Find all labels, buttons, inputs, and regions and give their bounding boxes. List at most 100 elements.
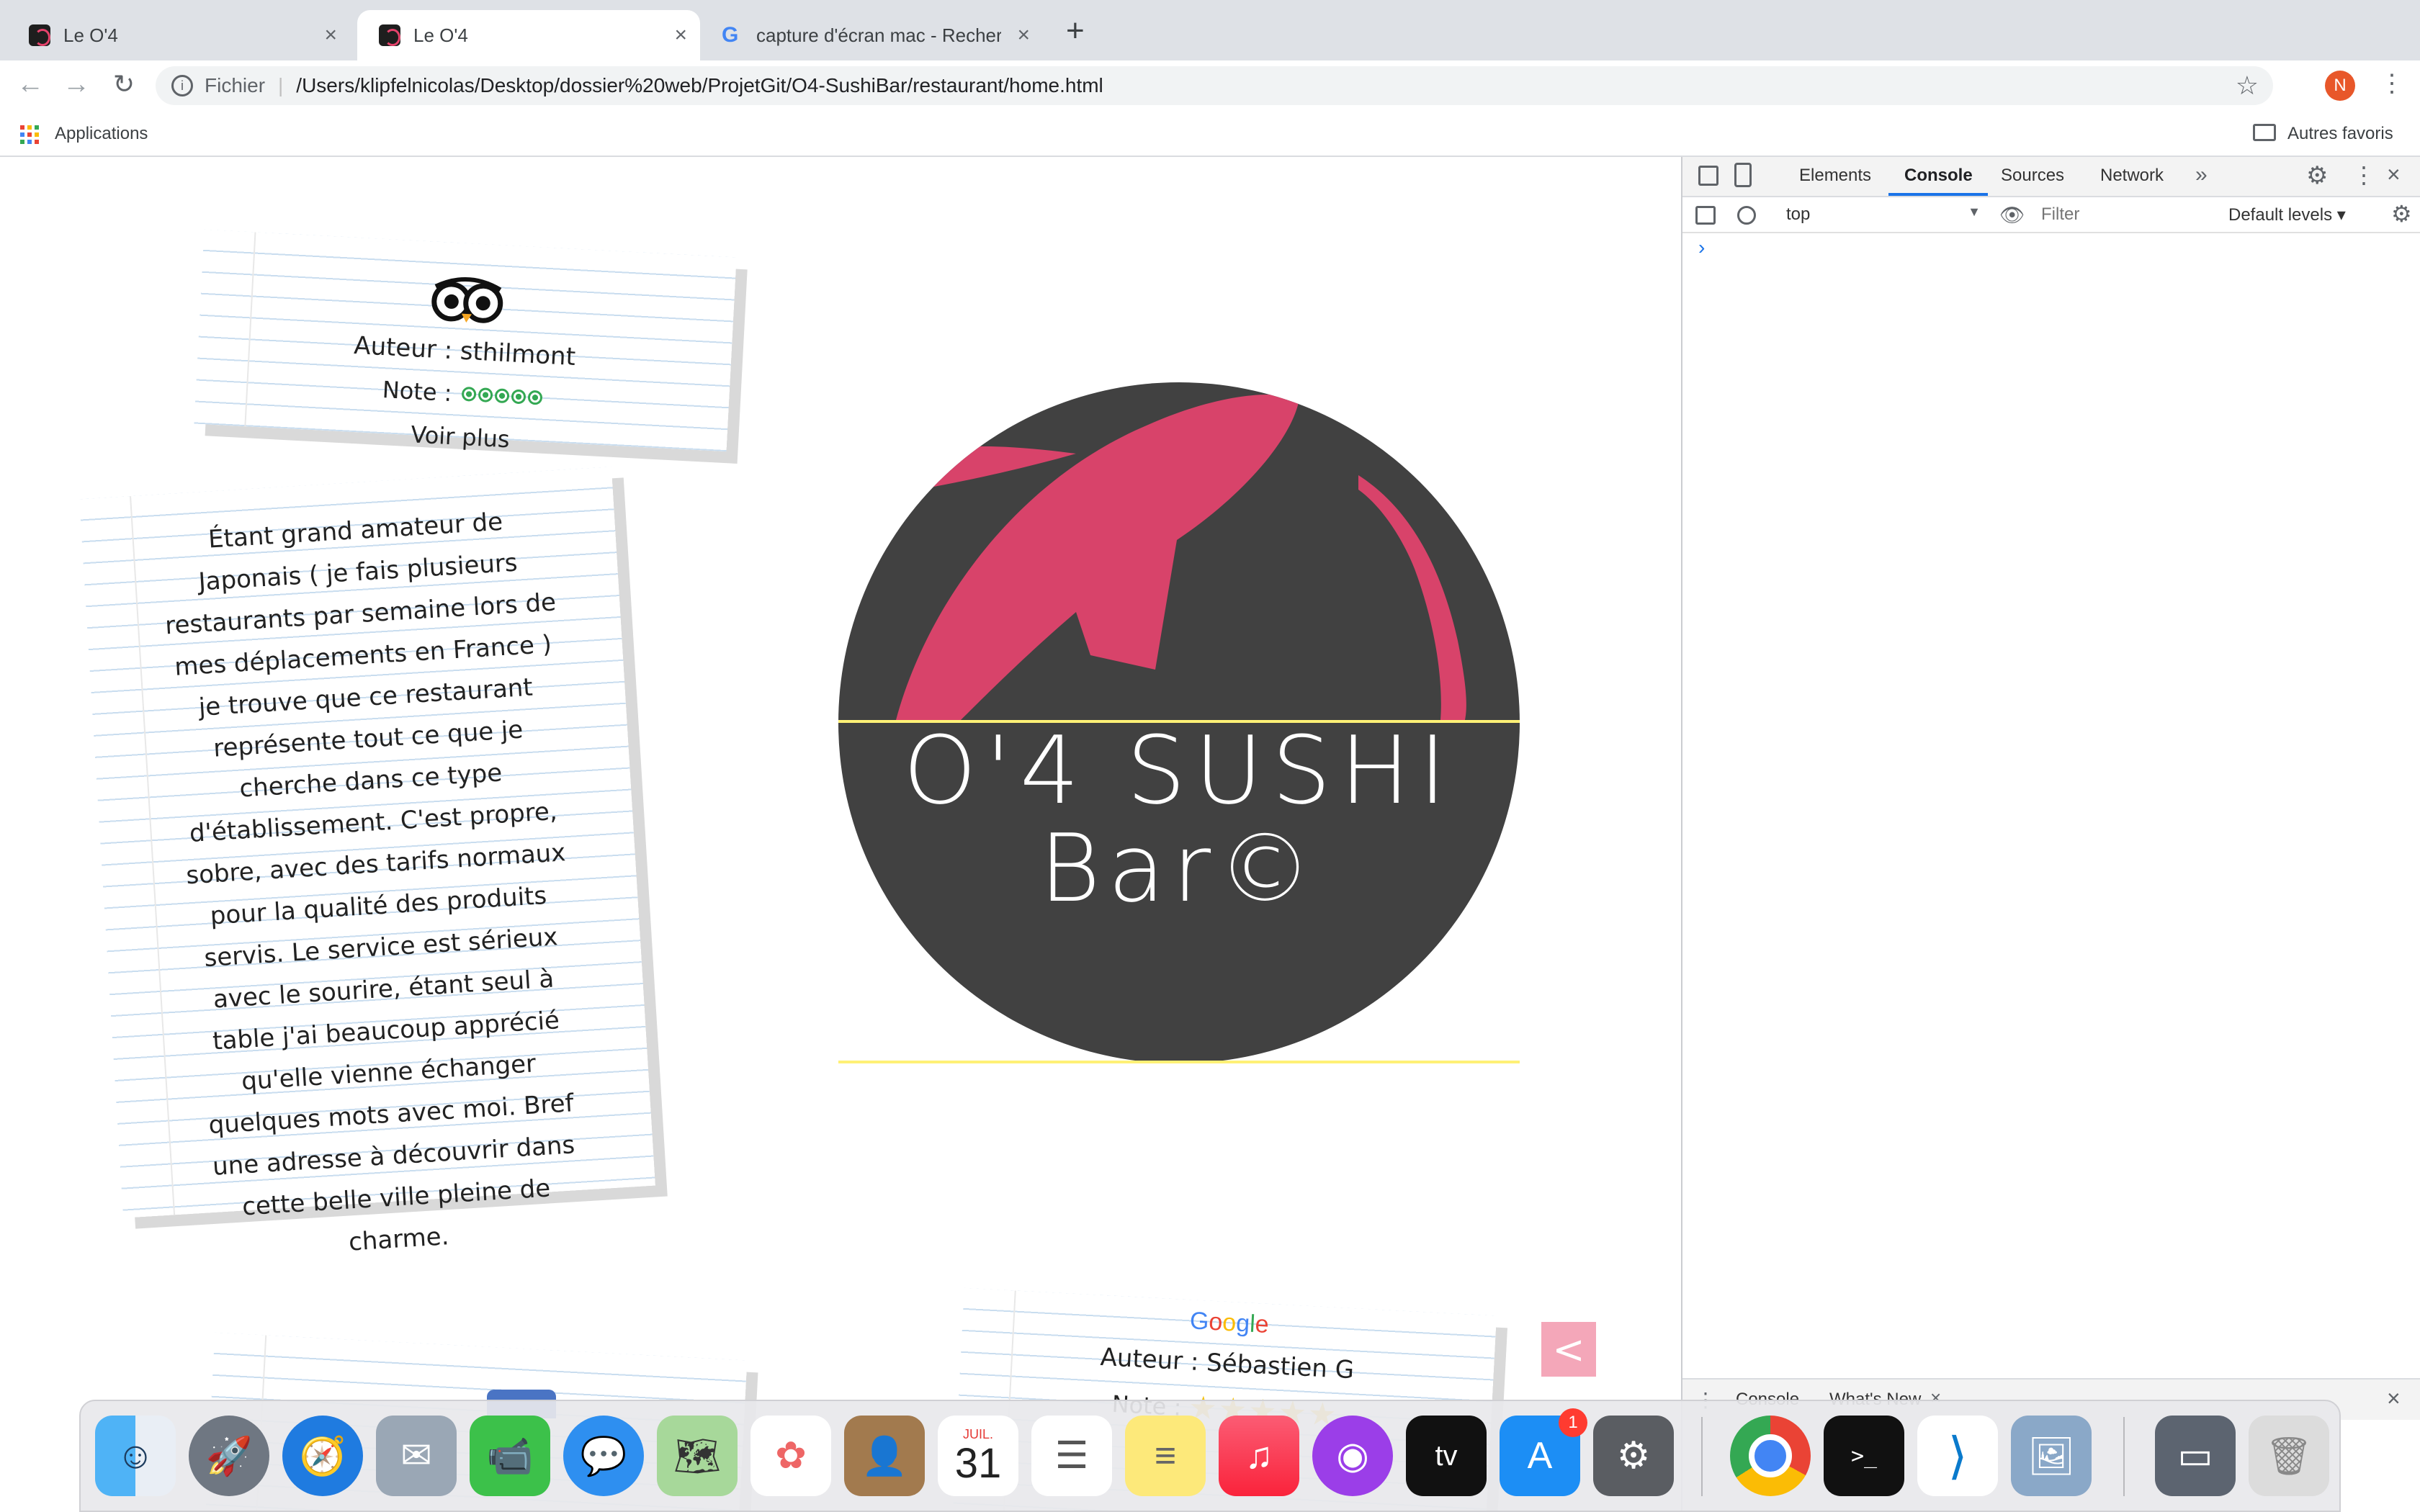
bookmarks-bar: Applications Autres favoris xyxy=(0,109,2420,157)
address-bar[interactable]: i Fichier | /Users/klipfelnicolas/Deskto… xyxy=(156,66,2273,105)
devtools-menu-icon[interactable]: ⋮ xyxy=(2352,161,2375,189)
other-bookmarks[interactable]: Autres favoris xyxy=(2287,124,2393,144)
logo-underline xyxy=(838,1061,1520,1063)
folder-icon xyxy=(2253,124,2276,141)
launchpad-icon[interactable]: 🚀 xyxy=(189,1416,269,1496)
reload-button[interactable]: ↻ xyxy=(108,69,140,99)
tab-title: Le O'4 xyxy=(63,24,118,46)
calendar-icon[interactable]: JUIL. 31 xyxy=(938,1416,1018,1496)
podcasts-icon[interactable]: ◉ xyxy=(1312,1416,1393,1496)
devtools-panel: Elements Console Sources Network » ⚙ ⋮ ×… xyxy=(1681,157,2420,1512)
site-favicon-icon xyxy=(29,24,50,46)
apps-bookmark[interactable]: Applications xyxy=(55,124,148,144)
context-selector[interactable]: top ▼ xyxy=(1786,204,1981,225)
scheme-label: Fichier xyxy=(205,74,266,96)
log-levels-dropdown[interactable]: Default levels ▾ xyxy=(2228,204,2346,225)
safari-icon[interactable]: 🧭 xyxy=(282,1416,363,1496)
messages-icon[interactable]: 💬 xyxy=(563,1416,644,1496)
downloads-stack-icon[interactable]: ▭ xyxy=(2155,1416,2236,1496)
finder-icon[interactable]: ☺ xyxy=(95,1416,176,1496)
tab-title: Le O'4 xyxy=(413,24,468,46)
settings-gear-icon[interactable]: ⚙ xyxy=(2306,161,2328,190)
apps-grid-icon[interactable] xyxy=(20,125,39,144)
devtools-tab-sources[interactable]: Sources xyxy=(2001,166,2064,186)
calendar-day: 31 xyxy=(954,1439,1002,1487)
profile-avatar[interactable]: N xyxy=(2325,71,2355,101)
rating-bubble-icon xyxy=(478,387,493,403)
close-devtools-icon[interactable]: × xyxy=(2387,161,2401,188)
live-expression-eye-icon[interactable]: 👁 xyxy=(1999,203,2025,227)
macos-dock: ☺ 🚀 🧭 ✉ 📹 💬 🗺 ✿ 👤 JUIL. 31 ☰ ≡ ♫ ◉ tv A … xyxy=(79,1400,2341,1512)
note-label: Note : xyxy=(381,376,453,408)
review-card-text: Étant grand amateur de Japonais ( je fai… xyxy=(79,467,655,1257)
apple-tv-icon[interactable]: tv xyxy=(1406,1416,1487,1496)
maps-icon[interactable]: 🗺 xyxy=(657,1416,738,1496)
rating-bubble-icon xyxy=(511,389,526,405)
devtools-tabbar: Elements Console Sources Network » ⚙ ⋮ × xyxy=(1682,157,2420,197)
clear-console-icon[interactable] xyxy=(1737,206,1756,225)
logo-text-line-2: Bar© xyxy=(1039,814,1319,923)
console-filter-input[interactable] xyxy=(2040,202,2204,228)
close-tab-icon[interactable]: × xyxy=(674,23,687,48)
apple-tv-label: tv xyxy=(1435,1439,1458,1472)
active-tab-indicator xyxy=(1888,193,1988,196)
music-icon[interactable]: ♫ xyxy=(1219,1416,1299,1496)
tab-title: capture d'écran mac - Recherc xyxy=(756,24,1001,46)
mail-eagle-icon[interactable]: ✉ xyxy=(376,1416,457,1496)
new-tab-button[interactable]: + xyxy=(1066,13,1085,49)
forward-button[interactable]: → xyxy=(60,69,92,100)
rating-bubble-icon xyxy=(494,388,510,404)
notes-icon[interactable]: ≡ xyxy=(1125,1416,1206,1496)
terminal-icon[interactable]: >_ xyxy=(1824,1416,1904,1496)
carousel-prev-button[interactable]: < xyxy=(1541,1322,1596,1377)
contacts-icon[interactable]: 👤 xyxy=(844,1416,925,1496)
see-more-link[interactable]: Voir plus xyxy=(193,409,727,464)
close-tab-icon[interactable]: × xyxy=(324,23,337,48)
devtools-tab-console[interactable]: Console xyxy=(1904,166,1973,186)
rating-bubble-icon xyxy=(527,390,543,405)
dropdown-arrow-icon: ▼ xyxy=(1968,204,1981,219)
dock-separator xyxy=(2123,1417,2125,1496)
facetime-icon[interactable]: 📹 xyxy=(470,1416,550,1496)
sushi-bar-logo: O'4 SUSHI Bar© xyxy=(838,382,1520,1064)
back-button[interactable]: ← xyxy=(14,69,46,100)
rating-bubbles xyxy=(461,386,543,405)
review-card-tripadvisor: Auteur : sthilmont Note : Voir plus xyxy=(194,229,737,453)
bookmark-star-icon[interactable]: ☆ xyxy=(2236,71,2259,101)
site-favicon-icon xyxy=(379,24,400,46)
console-toolbar: top ▼ 👁 Default levels ▾ ⚙ xyxy=(1682,197,2420,233)
reminders-icon[interactable]: ☰ xyxy=(1031,1416,1112,1496)
separator: | xyxy=(278,74,284,96)
dock-separator xyxy=(1701,1417,1703,1496)
vscode-icon[interactable]: ⟩ xyxy=(1917,1416,1998,1496)
chrome-icon[interactable] xyxy=(1730,1416,1811,1496)
photos-icon[interactable]: ✿ xyxy=(750,1416,831,1496)
devtools-tab-network[interactable]: Network xyxy=(2100,166,2164,186)
app-store-icon[interactable]: A 1 xyxy=(1500,1408,1587,1496)
tab-strip: Le O'4 × Le O'4 × G capture d'écran mac … xyxy=(0,0,2420,60)
system-preferences-icon[interactable]: ⚙ xyxy=(1593,1416,1674,1496)
close-tab-icon[interactable]: × xyxy=(1017,23,1030,48)
trash-icon[interactable]: 🗑 xyxy=(2249,1416,2329,1496)
device-toolbar-icon[interactable] xyxy=(1734,163,1752,187)
tab-1[interactable]: Le O'4 × xyxy=(7,10,350,60)
close-drawer-icon[interactable]: × xyxy=(2387,1385,2401,1412)
info-icon[interactable]: i xyxy=(171,75,193,96)
console-settings-icon[interactable]: ⚙ xyxy=(2391,200,2412,228)
terminal-prompt: >_ xyxy=(1850,1443,1878,1469)
preview-icon[interactable]: 🖼 xyxy=(2011,1416,2092,1496)
more-tabs-icon[interactable]: » xyxy=(2195,163,2208,187)
review-body: Étant grand amateur de Japonais ( je fai… xyxy=(164,507,576,1257)
sidebar-toggle-icon[interactable] xyxy=(1695,206,1716,225)
logo-text-line-1: O'4 SUSHI xyxy=(902,716,1456,825)
tab-2-active[interactable]: Le O'4 × xyxy=(357,10,700,60)
google-favicon-icon: G xyxy=(722,23,739,47)
devtools-tab-elements[interactable]: Elements xyxy=(1799,166,1871,186)
inspect-element-icon[interactable] xyxy=(1698,166,1718,186)
menu-kebab-icon[interactable]: ⋮ xyxy=(2380,69,2404,98)
console-prompt[interactable]: › xyxy=(1698,236,1705,259)
page-viewport: Auteur : sthilmont Note : Voir plus Étan… xyxy=(0,157,1681,1512)
rating-bubble-icon xyxy=(461,386,477,402)
url-text: /Users/klipfelnicolas/Desktop/dossier%20… xyxy=(296,74,1103,96)
tab-3[interactable]: G capture d'écran mac - Recherc × xyxy=(700,10,1043,60)
